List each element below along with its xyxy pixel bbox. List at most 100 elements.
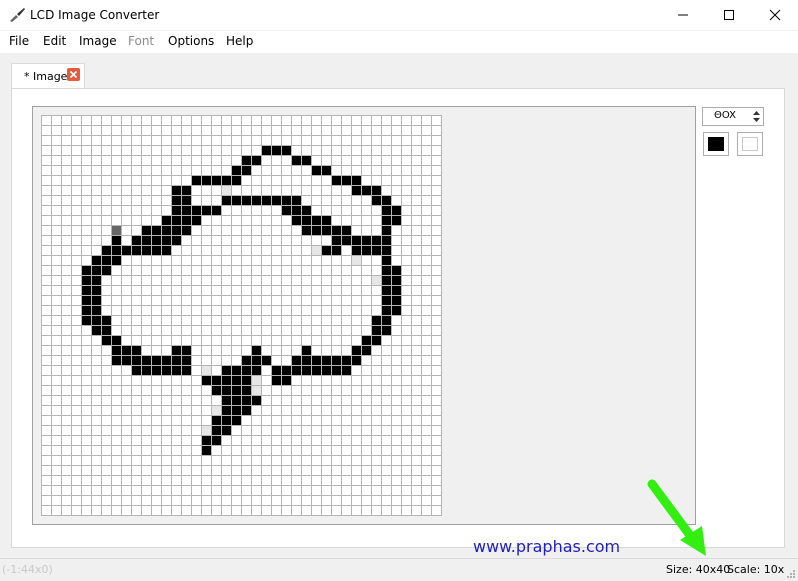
black-pixel (141, 365, 151, 375)
menu-font[interactable]: Font (128, 34, 154, 48)
black-pixel (211, 425, 221, 435)
black-pixel (311, 225, 321, 235)
black-pixel (281, 375, 291, 385)
black-pixel (341, 355, 351, 365)
black-pixel (171, 195, 181, 205)
menu-image[interactable]: Image (79, 34, 117, 48)
black-pixel (391, 285, 401, 295)
black-pixel (201, 435, 211, 445)
black-pixel (321, 165, 331, 175)
minimize-button[interactable] (660, 0, 706, 30)
close-icon (769, 9, 781, 21)
black-pixel (101, 335, 111, 345)
black-pixel (81, 275, 91, 285)
black-pixel (351, 235, 361, 245)
black-pixel (381, 255, 391, 265)
black-pixel (181, 225, 191, 235)
black-pixel (181, 345, 191, 355)
black-pixel (301, 355, 311, 365)
black-pixel (221, 385, 231, 395)
black-pixel (191, 215, 201, 225)
background-color-fill (742, 137, 758, 151)
foreground-color-button[interactable] (703, 132, 729, 156)
black-pixel (361, 335, 371, 345)
black-pixel (371, 325, 381, 335)
status-bar: (-1:44x0) Size: 40x40 Scale: 10x (0, 558, 798, 581)
maximize-button[interactable] (706, 0, 752, 30)
black-pixel (291, 155, 301, 165)
black-pixel (371, 185, 381, 195)
light-pixel (311, 245, 321, 255)
black-pixel (281, 145, 291, 155)
black-pixel (181, 215, 191, 225)
menu-file[interactable]: File (9, 34, 29, 48)
black-pixel (251, 395, 261, 405)
background-color-button[interactable] (737, 132, 763, 156)
menu-help[interactable]: Help (226, 34, 253, 48)
black-pixel (211, 385, 221, 395)
black-pixel (341, 225, 351, 235)
gray-pixel (111, 225, 121, 235)
maximize-icon (724, 10, 734, 20)
black-pixel (181, 205, 191, 215)
black-pixel (361, 185, 371, 195)
black-pixel (231, 405, 241, 415)
scale-spinbox[interactable]: ΘOX (702, 107, 764, 126)
black-pixel (131, 365, 141, 375)
black-pixel (111, 355, 121, 365)
pixel-grid[interactable] (41, 115, 442, 516)
resize-grip-icon[interactable] (786, 569, 796, 579)
menu-edit[interactable]: Edit (43, 34, 66, 48)
black-pixel (291, 215, 301, 225)
black-pixel (111, 245, 121, 255)
black-pixel (221, 375, 231, 385)
black-pixel (311, 355, 321, 365)
black-pixel (381, 315, 391, 325)
tab-image-label: * Image (24, 70, 68, 83)
black-pixel (91, 275, 101, 285)
black-pixel (301, 345, 311, 355)
black-pixel (141, 355, 151, 365)
black-pixel (351, 245, 361, 255)
black-pixel (221, 195, 231, 205)
black-pixel (131, 235, 141, 245)
black-pixel (81, 295, 91, 305)
black-pixel (101, 255, 111, 265)
status-scale: Scale: 10x (727, 563, 785, 576)
black-pixel (151, 355, 161, 365)
black-pixel (211, 435, 221, 445)
tab-close-button[interactable] (67, 68, 80, 81)
black-pixel (391, 305, 401, 315)
menu-options[interactable]: Options (168, 34, 214, 48)
black-pixel (351, 355, 361, 365)
black-pixel (381, 295, 391, 305)
black-pixel (381, 215, 391, 225)
black-pixel (241, 165, 251, 175)
black-pixel (171, 355, 181, 365)
close-window-button[interactable] (752, 0, 798, 30)
spin-arrows-icon[interactable] (751, 109, 762, 124)
black-pixel (121, 245, 131, 255)
black-pixel (91, 315, 101, 325)
black-pixel (181, 365, 191, 375)
black-pixel (171, 235, 181, 245)
black-pixel (91, 285, 101, 295)
black-pixel (351, 345, 361, 355)
black-pixel (171, 225, 181, 235)
black-pixel (221, 395, 231, 405)
tab-image[interactable]: * Image (11, 63, 85, 89)
black-pixel (91, 255, 101, 265)
black-pixel (301, 215, 311, 225)
black-pixel (161, 245, 171, 255)
black-pixel (281, 365, 291, 375)
black-pixel (101, 265, 111, 275)
black-pixel (391, 275, 401, 285)
black-pixel (201, 205, 211, 215)
black-pixel (371, 235, 381, 245)
black-pixel (331, 225, 341, 235)
black-pixel (381, 205, 391, 215)
black-pixel (271, 145, 281, 155)
black-pixel (171, 345, 181, 355)
black-pixel (331, 175, 341, 185)
black-pixel (221, 415, 231, 425)
